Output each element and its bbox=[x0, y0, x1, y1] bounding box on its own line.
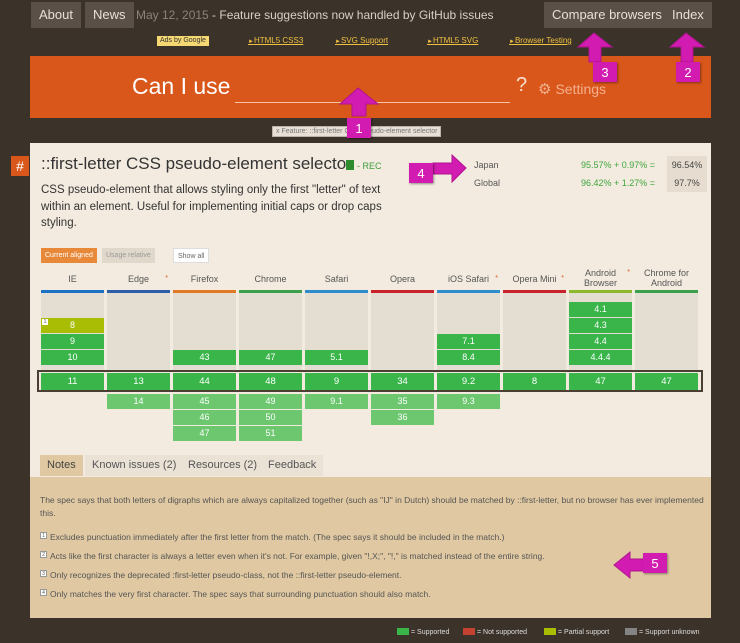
arrow-1 bbox=[338, 87, 380, 117]
annotation-marker-5: 5 bbox=[643, 553, 667, 573]
arrow-4 bbox=[432, 153, 467, 184]
annotation-marker-1: 1 bbox=[347, 118, 371, 138]
annotation-marker-2: 2 bbox=[676, 62, 700, 82]
arrow-2 bbox=[668, 32, 706, 63]
annotation-marker-4: 4 bbox=[409, 163, 433, 183]
annotation-arrows bbox=[338, 32, 706, 580]
annotation-marker-3: 3 bbox=[593, 62, 617, 82]
arrow-3 bbox=[576, 32, 614, 63]
